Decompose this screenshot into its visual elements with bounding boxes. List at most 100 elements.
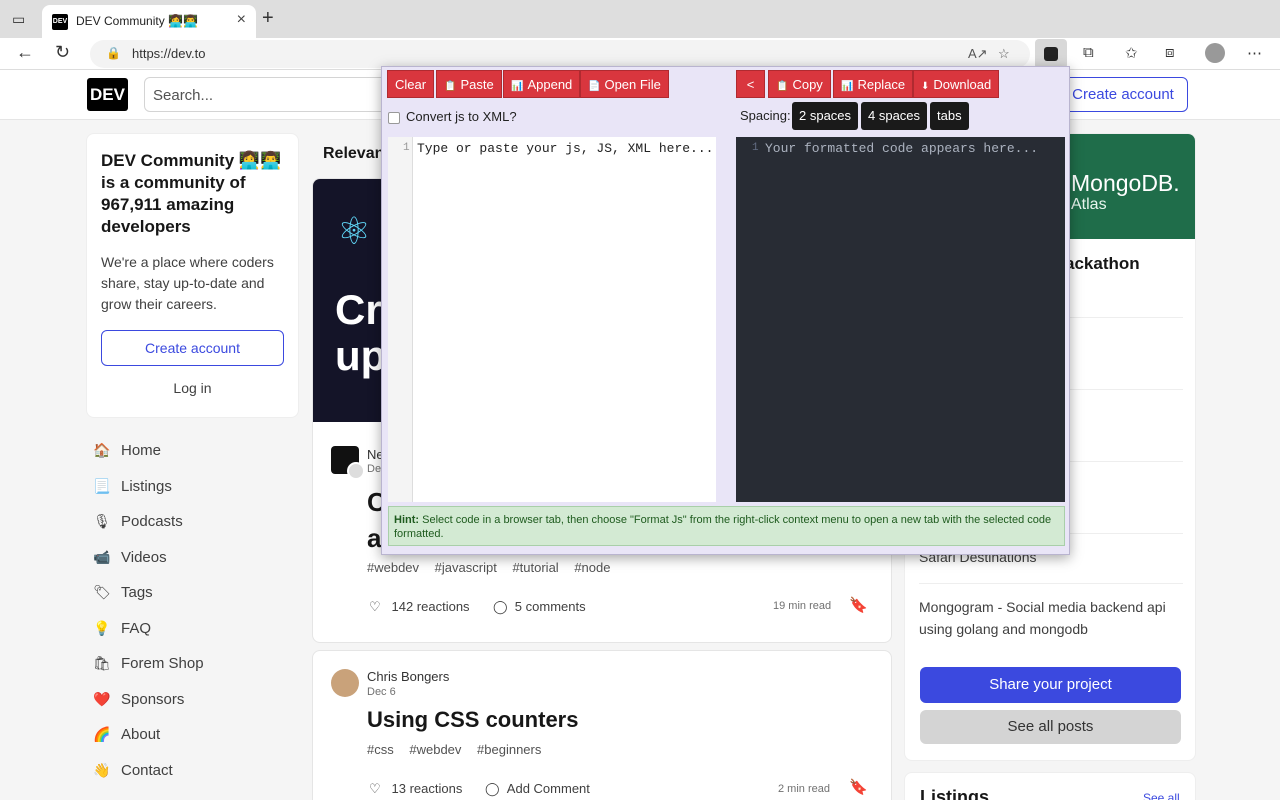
tag-link[interactable]: #javascript — [435, 560, 497, 575]
heart-outline-icon: ♡ — [369, 781, 381, 796]
dev-logo[interactable]: DEV — [87, 78, 128, 111]
post-title[interactable]: Using CSS counters — [367, 707, 578, 733]
tag-link[interactable]: #css — [367, 742, 394, 757]
extensions-icon[interactable]: ⧉ — [1083, 44, 1094, 61]
output-code-editor[interactable]: 1 Your formatted code appears here... — [736, 137, 1065, 502]
sidebar-item-tags[interactable]: 🏷 Tags — [92, 575, 302, 611]
new-tab-icon[interactable]: + — [262, 7, 274, 30]
hackathon-title[interactable]: ackathon — [1065, 254, 1140, 274]
format-extension-icon[interactable] — [1035, 39, 1067, 69]
login-link[interactable]: Log in — [101, 380, 284, 396]
chevron-left-icon: < — [746, 77, 755, 92]
comment-icon: ◯ — [493, 599, 508, 614]
button-label: Copy — [792, 77, 823, 92]
author-avatar[interactable] — [347, 462, 365, 480]
sidebar-item-sponsors[interactable]: ❤️ Sponsors — [92, 682, 302, 718]
paste-button[interactable]: 📋 Paste — [436, 70, 502, 98]
create-account-button[interactable]: Create account — [1058, 77, 1188, 112]
waving-hand-icon: 👋 — [93, 761, 111, 778]
spacing-2-spaces-button[interactable]: 2 spaces — [792, 102, 859, 130]
sidebar-item-listings[interactable]: 📃 Listings — [92, 469, 302, 505]
sidebar-item-label: Home — [121, 442, 162, 460]
listings-card: Listings See all — [904, 772, 1196, 800]
sidebar-item-faq[interactable]: 💡 FAQ — [92, 611, 302, 647]
welcome-card: DEV Community 👩‍💻👨‍💻 is a community of 9… — [86, 133, 299, 418]
heart-icon: ❤️ — [93, 690, 111, 707]
download-button[interactable]: ⬇ Download — [913, 70, 1000, 98]
copy-button[interactable]: 📋 Copy — [768, 70, 831, 98]
welcome-title: DEV Community 👩‍💻👨‍💻 is a community of 9… — [101, 151, 282, 236]
favorite-add-icon[interactable]: ☆ — [998, 46, 1010, 62]
sidebar-item-podcasts[interactable]: 🎙 Podcasts — [92, 504, 302, 540]
comments-link[interactable]: ◯ 5 comments — [493, 599, 586, 615]
input-placeholder: Type or paste your js, JS, XML here... — [417, 141, 714, 156]
read-time: 19 min read — [773, 600, 832, 612]
post-card[interactable]: Chris Bongers Dec 6 Using CSS counters #… — [312, 650, 892, 800]
reactions-count: 13 reactions — [391, 781, 463, 796]
url-field[interactable]: 🔒 https://dev.to A↗ ☆ — [90, 40, 1030, 68]
see-all-posts-button[interactable]: See all posts — [920, 710, 1181, 744]
post-cover-image[interactable]: ⚛ Cr up — [313, 179, 386, 422]
sidebar-item-label: Sponsors — [121, 690, 185, 708]
back-icon[interactable]: ← — [16, 42, 34, 63]
tag-link[interactable]: #webdev — [367, 560, 419, 575]
listings-see-all-link[interactable]: See all — [1143, 791, 1180, 800]
mongodb-logo-text: MongoDB. — [1071, 170, 1180, 196]
append-icon: 📊 — [511, 81, 524, 92]
clear-button[interactable]: Clear — [387, 70, 435, 98]
button-label: Clear — [395, 77, 427, 92]
lightbulb-icon: 💡 — [93, 619, 111, 636]
close-tab-icon[interactable]: × — [237, 11, 246, 29]
open-file-button[interactable]: 📄 Open File — [580, 70, 669, 98]
comment-icon: ◯ — [485, 781, 500, 796]
dev-rainbow-icon: 🌈 — [93, 726, 111, 743]
output-placeholder: Your formatted code appears here... — [765, 141, 1039, 156]
post-tags: #webdev #javascript #tutorial #node — [367, 560, 622, 575]
tag-link[interactable]: #webdev — [409, 742, 461, 757]
read-aloud-icon[interactable]: A↗ — [968, 46, 988, 62]
refresh-icon[interactable]: ↻ — [55, 42, 70, 63]
convert-xml-checkbox[interactable] — [388, 112, 400, 124]
clipboard-icon: 📋 — [444, 81, 457, 92]
sidebar-item-about[interactable]: 🌈 About — [92, 717, 302, 753]
comments-link[interactable]: ◯ Add Comment — [485, 781, 590, 797]
heart-outline-icon: ♡ — [369, 599, 381, 614]
bookmark-icon[interactable]: 🔖 — [849, 778, 868, 796]
listings-icon: 📃 — [93, 477, 111, 494]
discussion-item[interactable]: Mongogram - Social media backend api usi… — [919, 583, 1183, 640]
url-text: https://dev.to — [132, 46, 206, 61]
author-avatar[interactable] — [331, 669, 359, 697]
feed-tab-relevant[interactable]: Relevan — [323, 145, 384, 163]
sidebar-create-account-button[interactable]: Create account — [101, 330, 284, 366]
replace-button[interactable]: 📊 Replace — [833, 70, 914, 98]
sidebar-item-home[interactable]: 🏠 Home — [92, 433, 302, 469]
convert-xml-label[interactable]: Convert js to XML? — [406, 109, 517, 124]
mongodb-atlas-text: Atlas — [1071, 196, 1107, 213]
reactions-count: 142 reactions — [391, 599, 470, 614]
append-button[interactable]: 📊 Append — [503, 70, 581, 98]
favorites-icon[interactable]: ✩ — [1125, 44, 1138, 62]
post-author[interactable]: Chris Bongers — [367, 669, 449, 684]
browser-tab-dev[interactable]: DEV DEV Community 👩‍💻👨‍💻 × — [42, 5, 256, 38]
tab-actions-icon[interactable]: ▭ — [12, 11, 28, 27]
profile-avatar[interactable] — [1205, 43, 1225, 63]
spacing-4-spaces-button[interactable]: 4 spaces — [861, 102, 928, 130]
share-project-button[interactable]: Share your project — [920, 667, 1181, 703]
back-button[interactable]: < — [736, 70, 765, 98]
tag-link[interactable]: #node — [574, 560, 610, 575]
spacing-tabs-button[interactable]: tabs — [930, 102, 969, 130]
collections-icon[interactable]: ⧈ — [1165, 44, 1175, 61]
reactions-link[interactable]: ♡ 142 reactions — [369, 599, 470, 615]
tag-link[interactable]: #tutorial — [512, 560, 558, 575]
sidebar-item-contact[interactable]: 👋 Contact — [92, 753, 302, 789]
tag-link[interactable]: #beginners — [477, 742, 541, 757]
sidebar-item-forem-shop[interactable]: 🛍 Forem Shop — [92, 646, 302, 682]
sidebar-item-videos[interactable]: 📹 Videos — [92, 540, 302, 576]
sidebar-item-label: Contact — [121, 761, 173, 779]
input-code-editor[interactable]: 1 Type or paste your js, JS, XML here... — [388, 137, 716, 502]
search-input[interactable]: Search... — [144, 77, 394, 112]
reactions-link[interactable]: ♡ 13 reactions — [369, 781, 462, 797]
bookmark-icon[interactable]: 🔖 — [849, 596, 868, 614]
button-label: Replace — [857, 77, 906, 92]
more-menu-icon[interactable]: ⋯ — [1247, 44, 1262, 62]
